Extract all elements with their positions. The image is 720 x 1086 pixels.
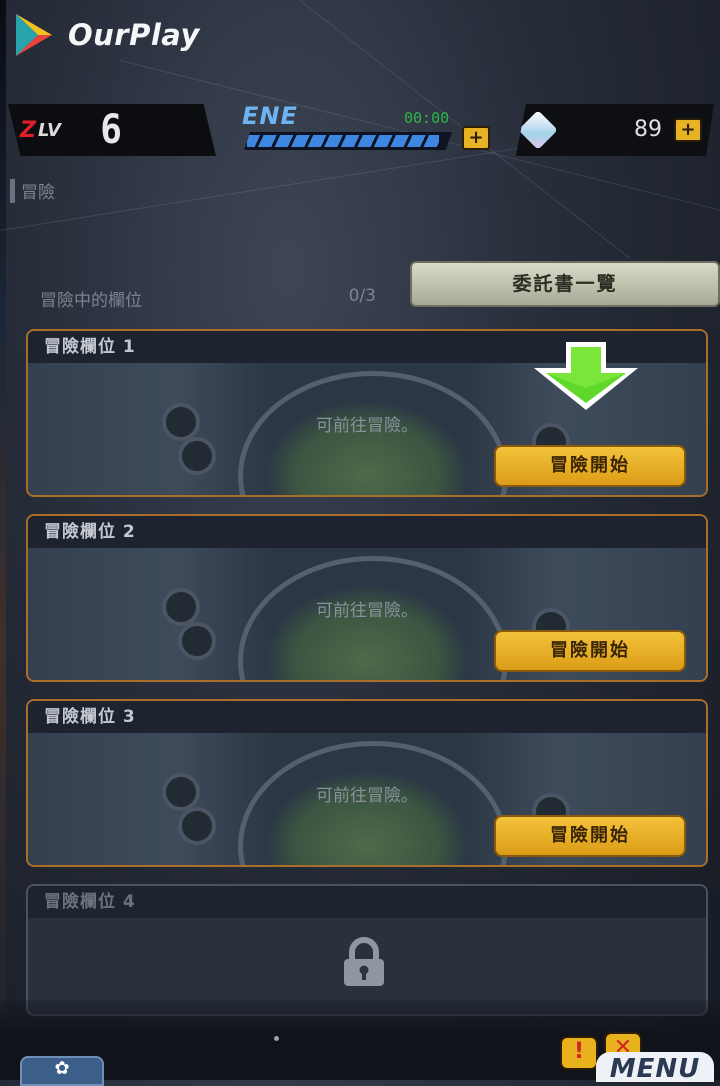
- level-panel: Z LV 6: [8, 104, 216, 156]
- adventure-slot-2: 冒險欄位 2 可前往冒險。 冒險開始: [26, 514, 708, 682]
- section-title-text: 冒險: [21, 183, 55, 203]
- lv-label: LV: [37, 119, 61, 141]
- page-indicator-dot: [274, 1036, 279, 1041]
- ene-label: ENE: [242, 102, 298, 130]
- commission-list-button[interactable]: 委託書一覽: [410, 261, 720, 307]
- menu-button[interactable]: MENU: [596, 1052, 714, 1082]
- start-adventure-button[interactable]: 冒險開始: [494, 630, 686, 672]
- ourplay-logo-icon: [16, 14, 52, 56]
- scene-dial: [178, 437, 216, 475]
- lv-z-mark: Z: [20, 117, 36, 143]
- scene-dial: [178, 622, 216, 660]
- section-title-bar: [10, 178, 15, 203]
- slot-title: 冒險欄位 3: [28, 701, 706, 733]
- home-button[interactable]: ✿: [20, 1056, 104, 1086]
- gem-icon: [518, 110, 558, 150]
- energy-bar: [244, 132, 452, 150]
- slots-status-row: 冒險中的欄位 0/3: [40, 286, 376, 311]
- ourplay-brand: OurPlay: [12, 12, 200, 58]
- ene-timer: 00:00: [404, 109, 450, 127]
- adventure-slot-4-locked: 冒險欄位 4: [26, 884, 708, 1016]
- lock-icon: [344, 937, 384, 986]
- energy-bar-fill: [247, 135, 439, 147]
- adventure-slot-3: 冒險欄位 3 可前往冒險。 冒險開始: [26, 699, 708, 867]
- gem-panel: 89 +: [516, 104, 714, 156]
- start-adventure-button[interactable]: 冒險開始: [494, 445, 686, 487]
- scene-dial: [178, 807, 216, 845]
- down-arrow-icon: [534, 342, 638, 410]
- slot-scene: 可前往冒險。 冒險開始: [28, 548, 706, 680]
- slot-title: 冒險欄位 4: [28, 886, 706, 918]
- section-title: 冒險: [10, 178, 55, 203]
- gem-count: 89: [634, 117, 662, 142]
- plus-icon[interactable]: +: [462, 126, 490, 150]
- slot-message: 可前往冒險。: [316, 786, 418, 806]
- slots-count: 0/3: [348, 286, 376, 306]
- slot-message: 可前往冒險。: [316, 416, 418, 436]
- level-value: 6: [100, 107, 122, 153]
- alert-icon[interactable]: !: [560, 1036, 598, 1070]
- slots-label: 冒險中的欄位: [40, 291, 142, 311]
- left-edge-strip: [0, 0, 6, 1080]
- alert-glyph: !: [573, 1039, 585, 1064]
- slot-message: 可前往冒險。: [316, 601, 418, 621]
- energy-panel: ENE 00:00 +: [236, 102, 498, 158]
- plus-icon[interactable]: +: [674, 118, 702, 142]
- start-adventure-button[interactable]: 冒險開始: [494, 815, 686, 857]
- slot-scene: 可前往冒險。 冒險開始: [28, 733, 706, 865]
- slot-title: 冒險欄位 2: [28, 516, 706, 548]
- brand-name: OurPlay: [68, 18, 200, 52]
